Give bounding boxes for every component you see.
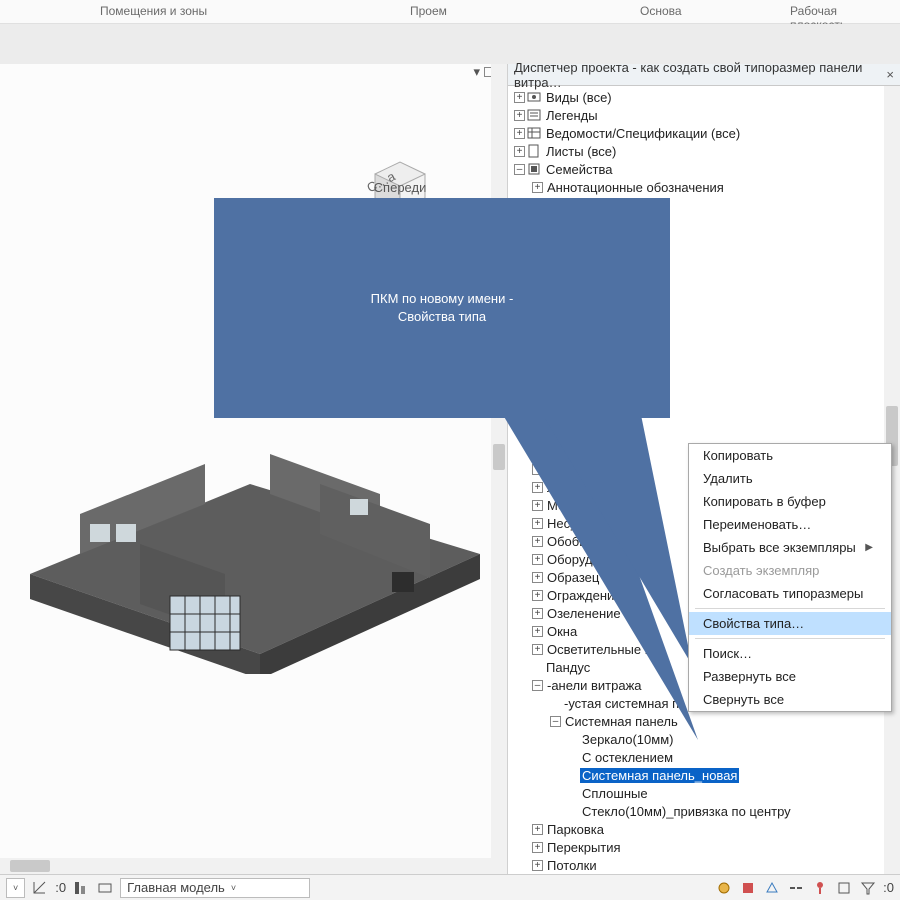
ribbon-group-labels: Помещения и зоны Проем Основа Рабочая пл… <box>0 0 900 24</box>
tree-cp-glass[interactable]: Стекло(10мм)_привязка по центру <box>580 804 793 819</box>
select-pinned-icon[interactable] <box>811 879 829 897</box>
ribbon-blank-area <box>0 24 900 64</box>
expand-icon[interactable]: + <box>532 842 543 853</box>
ctx-type-properties[interactable]: Свойства типа… <box>689 612 891 635</box>
select-links-icon[interactable] <box>787 879 805 897</box>
ctx-expand-all[interactable]: Развернуть все <box>689 665 891 688</box>
ctx-match-types[interactable]: Согласовать типоразмеры <box>689 582 891 605</box>
visual-style-icon[interactable] <box>96 879 114 897</box>
ctx-delete[interactable]: Удалить <box>689 467 891 490</box>
tree-schedules[interactable]: Ведомости/Спецификации (все) <box>544 126 742 141</box>
chevron-down-icon: ˅ <box>231 883 236 893</box>
view-header-controls[interactable]: ▾ <box>0 62 500 82</box>
tree-ceilings[interactable]: Потолки <box>545 858 599 873</box>
dropdown-icon[interactable]: ▾ <box>473 64 480 80</box>
expand-icon[interactable]: + <box>514 92 525 103</box>
tree-cp-new-selected[interactable]: Системная панель_новая <box>580 768 739 783</box>
ribbon-group-datum: Основа <box>630 0 692 22</box>
tree-parking[interactable]: Парковка <box>545 822 606 837</box>
project-browser-title-bar[interactable]: Диспетчер проекта - как создать свой тип… <box>508 64 900 86</box>
ctx-copy[interactable]: Копировать <box>689 444 891 467</box>
expand-icon[interactable]: + <box>514 128 525 139</box>
expand-icon[interactable]: + <box>514 146 525 157</box>
tree-cp-solid[interactable]: Сплошные <box>580 786 650 801</box>
ribbon-group-opening: Проем <box>400 0 457 22</box>
status-bar: ˅ :0 Главная модель ˅ :0 <box>0 874 900 900</box>
tree-floors[interactable]: Перекрытия <box>545 840 623 855</box>
ctx-collapse-all[interactable]: Свернуть все <box>689 688 891 711</box>
expand-icon[interactable]: + <box>532 824 543 835</box>
tree-legends[interactable]: Легенды <box>544 108 600 123</box>
expand-icon[interactable]: + <box>532 182 543 193</box>
ctx-separator <box>695 638 885 639</box>
callout-line2: Свойства типа <box>371 308 514 326</box>
tutorial-callout: ПКМ по новому имени - Свойства типа <box>214 198 670 418</box>
tree-annotation[interactable]: Аннотационные обозначения <box>545 180 726 195</box>
ribbon-group-rooms: Помещения и зоны <box>90 0 217 22</box>
close-icon[interactable]: × <box>886 67 894 82</box>
tree-sheets[interactable]: Листы (все) <box>544 144 618 159</box>
viewport-hscrollbar[interactable] <box>0 858 491 874</box>
ctx-create-instance: Создать экземпляр <box>689 559 891 582</box>
views-icon <box>527 90 541 104</box>
families-icon <box>527 162 541 176</box>
filter-count: :0 <box>883 880 894 895</box>
filter-icon[interactable] <box>859 879 877 897</box>
status-icon-3[interactable] <box>763 879 781 897</box>
scale-icon[interactable] <box>31 879 49 897</box>
building-model[interactable] <box>20 424 490 674</box>
ctx-copy-clipboard[interactable]: Копировать в буфер <box>689 490 891 513</box>
callout-line1: ПКМ по новому имени - <box>371 290 514 308</box>
expand-icon[interactable]: + <box>514 110 525 121</box>
workset-combo[interactable]: Главная модель ˅ <box>120 878 310 898</box>
project-browser-title: Диспетчер проекта - как создать свой тип… <box>514 60 886 90</box>
ctx-select-all[interactable]: Выбрать все экземпляры▶ <box>689 536 891 559</box>
scale-combo[interactable]: ˅ <box>6 878 25 898</box>
ctx-search[interactable]: Поиск… <box>689 642 891 665</box>
tree-families[interactable]: Семейства <box>544 162 615 177</box>
schedules-icon <box>527 126 541 140</box>
sheets-icon <box>527 144 541 158</box>
collapse-icon[interactable]: – <box>514 164 525 175</box>
ctx-separator <box>695 608 885 609</box>
submenu-arrow-icon: ▶ <box>865 542 873 553</box>
select-elements-icon[interactable] <box>835 879 853 897</box>
3d-viewport[interactable]: ▾ Спереди С…а <box>0 64 508 874</box>
callout-arrow-2 <box>540 410 710 710</box>
detail-level-icon[interactable] <box>72 879 90 897</box>
tree-cp-glazed[interactable]: С остеклением <box>580 750 675 765</box>
workset-value: Главная модель <box>127 880 225 895</box>
status-icon-2[interactable] <box>739 879 757 897</box>
expand-icon[interactable]: + <box>532 860 543 871</box>
ctx-rename[interactable]: Переименовать… <box>689 513 891 536</box>
context-menu: Копировать Удалить Копировать в буфер Пе… <box>688 443 892 712</box>
scale-value: :0 <box>55 880 66 895</box>
status-icon-1[interactable] <box>715 879 733 897</box>
tree-views[interactable]: Виды (все) <box>544 90 614 105</box>
legends-icon <box>527 108 541 122</box>
